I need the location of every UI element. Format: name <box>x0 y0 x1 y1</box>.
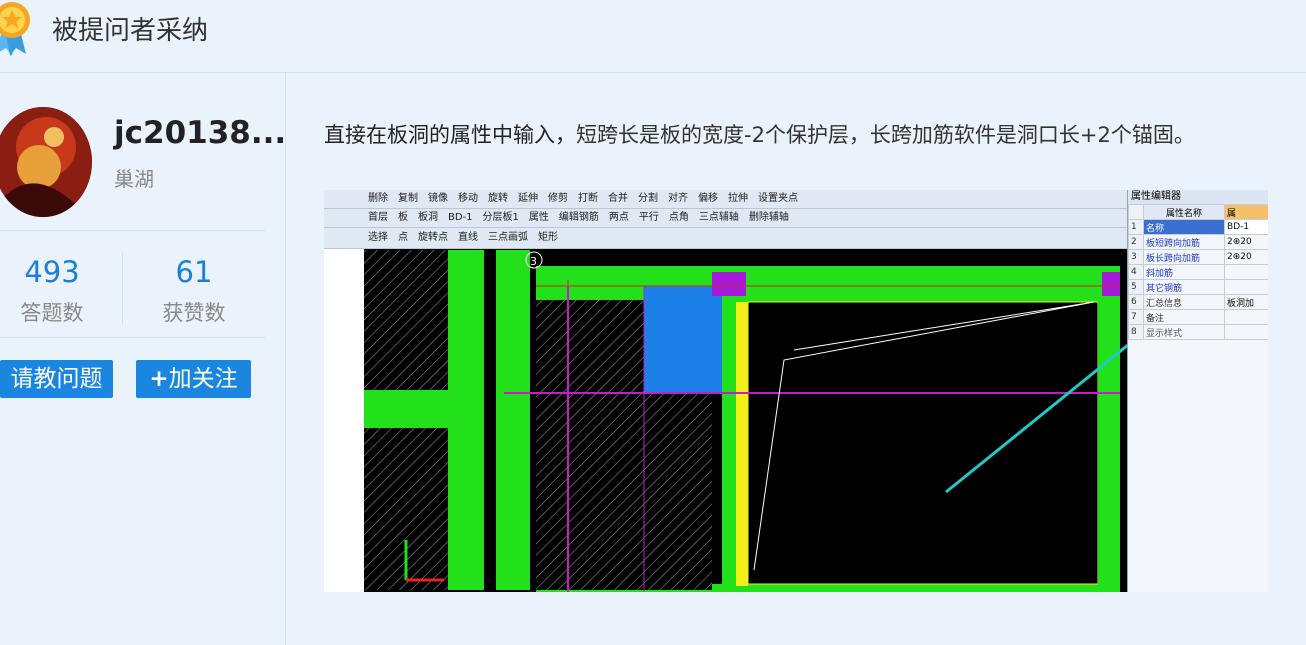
toolbar-button[interactable]: 编辑钢筋 <box>559 209 599 227</box>
prop-value[interactable] <box>1224 279 1268 295</box>
prop-name: 汇总信息 <box>1142 294 1226 310</box>
toolbar-button[interactable]: 延伸 <box>518 190 538 208</box>
table-row[interactable]: 8 显示样式 <box>1128 324 1268 340</box>
prop-value[interactable] <box>1224 309 1268 325</box>
prop-value[interactable] <box>1224 264 1268 280</box>
toolbar-button[interactable]: 分割 <box>638 190 658 208</box>
prop-value[interactable]: BD-1 <box>1224 219 1268 235</box>
axis-label: 3 <box>530 255 537 268</box>
props-header-name: 属性名称 <box>1142 204 1226 220</box>
adopted-title: 被提问者采纳 <box>52 16 209 46</box>
prop-name: 板长跨向加筋 <box>1142 249 1226 265</box>
toolbar-button[interactable]: 设置夹点 <box>758 190 798 208</box>
ask-question-button[interactable]: 请教问题 <box>0 360 113 398</box>
cad-toolbar-3: 选择点旋转点 直线 三点画弧 矩形 <box>324 228 1172 249</box>
prop-name: 备注 <box>1142 309 1226 325</box>
answer-screenshot[interactable]: 3 删除 复制 镜像 移动 旋转 延伸 修剪 打断 合并 分割 对齐 偏移 拉伸 设置夹点 首层板板洞 BD… <box>324 190 1268 592</box>
toolbar-button[interactable]: 三点画弧 <box>488 228 528 248</box>
answer-text: 直接在板洞的属性中输入，短跨长是板的宽度-2个保护层，长跨加筋软件是洞口长+2个… <box>324 118 1224 152</box>
toolbar-button[interactable]: 点 <box>398 228 408 248</box>
table-row[interactable]: 6 汇总信息 板洞加 <box>1128 294 1268 310</box>
toolbar-button[interactable]: 三点辅轴 <box>699 209 739 227</box>
table-row[interactable]: 7 备注 <box>1128 309 1268 325</box>
answers-label: 答题数 <box>20 301 84 325</box>
toolbar-button[interactable]: 删除辅轴 <box>749 209 789 227</box>
props-table: 属性名称 属 1 名称 BD-1 2 板短跨向加筋 2⊕20 3 板长跨向加筋 … <box>1128 204 1268 340</box>
cad-toolbar-2: 首层板板洞 BD-1 分层板1 属性 编辑钢筋 两点 平行 点角 三点辅轴 删除辅轴 <box>324 209 1172 228</box>
adopted-header: 被提问者采纳 <box>0 0 1306 73</box>
answer-lead: 直接在板洞的属性中输入， <box>324 123 576 147</box>
toolbar-button[interactable]: 对齐 <box>668 190 688 208</box>
prop-name: 板短跨向加筋 <box>1142 234 1226 250</box>
toolbar-button[interactable]: 分层板1 <box>483 209 519 227</box>
username[interactable]: jc20138... <box>114 115 286 151</box>
toolbar-button[interactable]: 属性 <box>529 209 549 227</box>
toolbar-button[interactable]: 旋转 <box>488 190 508 208</box>
toolbar-button[interactable]: 修剪 <box>548 190 568 208</box>
table-row[interactable]: 1 名称 BD-1 <box>1128 219 1268 235</box>
toolbar-button[interactable]: 板 <box>398 209 408 227</box>
follow-button[interactable]: +加关注 <box>136 360 251 398</box>
toolbar-button[interactable]: 两点 <box>609 209 629 227</box>
stat-divider <box>122 253 123 325</box>
medal-icon <box>0 2 30 56</box>
table-row[interactable]: 3 板长跨向加筋 2⊕20 <box>1128 249 1268 265</box>
divider <box>0 337 265 338</box>
toolbar-button[interactable]: 移动 <box>458 190 478 208</box>
toolbar-button[interactable]: 选择 <box>368 228 388 248</box>
divider <box>0 230 265 231</box>
toolbar-button[interactable]: BD-1 <box>448 209 473 227</box>
user-location: 巢湖 <box>114 167 154 191</box>
table-row[interactable]: 5 其它钢筋 <box>1128 279 1268 295</box>
props-header-num <box>1128 204 1144 220</box>
answer-content: 直接在板洞的属性中输入，短跨长是板的宽度-2个保护层，长跨加筋软件是洞口长+2个… <box>286 73 1306 645</box>
toolbar-button[interactable]: 偏移 <box>698 190 718 208</box>
plus-icon: + <box>149 366 169 392</box>
avatar[interactable] <box>0 107 92 217</box>
toolbar-button[interactable]: 拉伸 <box>728 190 748 208</box>
prop-name: 其它钢筋 <box>1142 279 1226 295</box>
follow-label: 加关注 <box>168 366 238 392</box>
table-row[interactable]: 2 板短跨向加筋 2⊕20 <box>1128 234 1268 250</box>
row-num: 6 <box>1128 294 1144 310</box>
row-num: 8 <box>1128 324 1144 340</box>
prop-value[interactable]: 2⊕20 <box>1224 249 1268 265</box>
answer-body: 短跨长是板的宽度-2个保护层，长跨加筋软件是洞口长+2个锚固。 <box>576 123 1195 147</box>
answers-count[interactable]: 493 <box>0 255 112 289</box>
row-num: 3 <box>1128 249 1144 265</box>
panel-title: 属性编辑器 <box>1128 190 1268 204</box>
properties-panel: 属性编辑器 属性名称 属 1 名称 BD-1 2 板短跨向加筋 2⊕20 3 板… <box>1127 190 1268 592</box>
prop-name: 斜加筋 <box>1142 264 1226 280</box>
prop-name: 名称 <box>1142 219 1226 235</box>
toolbar-button[interactable]: 直线 <box>458 228 478 248</box>
toolbar-button[interactable]: 首层 <box>368 209 388 227</box>
toolbar-button[interactable]: 复制 <box>398 190 418 208</box>
user-card: jc20138... 巢湖 493 答题数 61 获赞数 请教问题 +加关注 <box>0 73 286 645</box>
likes-count[interactable]: 61 <box>134 255 254 289</box>
row-num: 1 <box>1128 219 1144 235</box>
avatar-image <box>0 107 92 217</box>
toolbar-button[interactable]: 镜像 <box>428 190 448 208</box>
cad-toolbar-1: 删除 复制 镜像 移动 旋转 延伸 修剪 打断 合并 分割 对齐 偏移 拉伸 设置夹点 <box>324 190 1172 209</box>
likes-label: 获赞数 <box>162 301 226 325</box>
toolbar-button[interactable]: 平行 <box>639 209 659 227</box>
props-header-val: 属 <box>1224 204 1268 220</box>
row-num: 4 <box>1128 264 1144 280</box>
toolbar-button[interactable]: 旋转点 <box>418 228 448 248</box>
prop-value[interactable]: 板洞加 <box>1224 294 1268 310</box>
row-num: 2 <box>1128 234 1144 250</box>
prop-name: 显示样式 <box>1142 324 1226 340</box>
toolbar-button[interactable]: 矩形 <box>538 228 558 248</box>
row-num: 7 <box>1128 309 1144 325</box>
toolbar-button[interactable]: 点角 <box>669 209 689 227</box>
toolbar-button[interactable]: 删除 <box>368 190 388 208</box>
toolbar-button[interactable]: 板洞 <box>418 209 438 227</box>
toolbar-button[interactable]: 打断 <box>578 190 598 208</box>
toolbar-button[interactable]: 合并 <box>608 190 628 208</box>
prop-value[interactable] <box>1224 324 1268 340</box>
table-row[interactable]: 4 斜加筋 <box>1128 264 1268 280</box>
prop-value[interactable]: 2⊕20 <box>1224 234 1268 250</box>
row-num: 5 <box>1128 279 1144 295</box>
